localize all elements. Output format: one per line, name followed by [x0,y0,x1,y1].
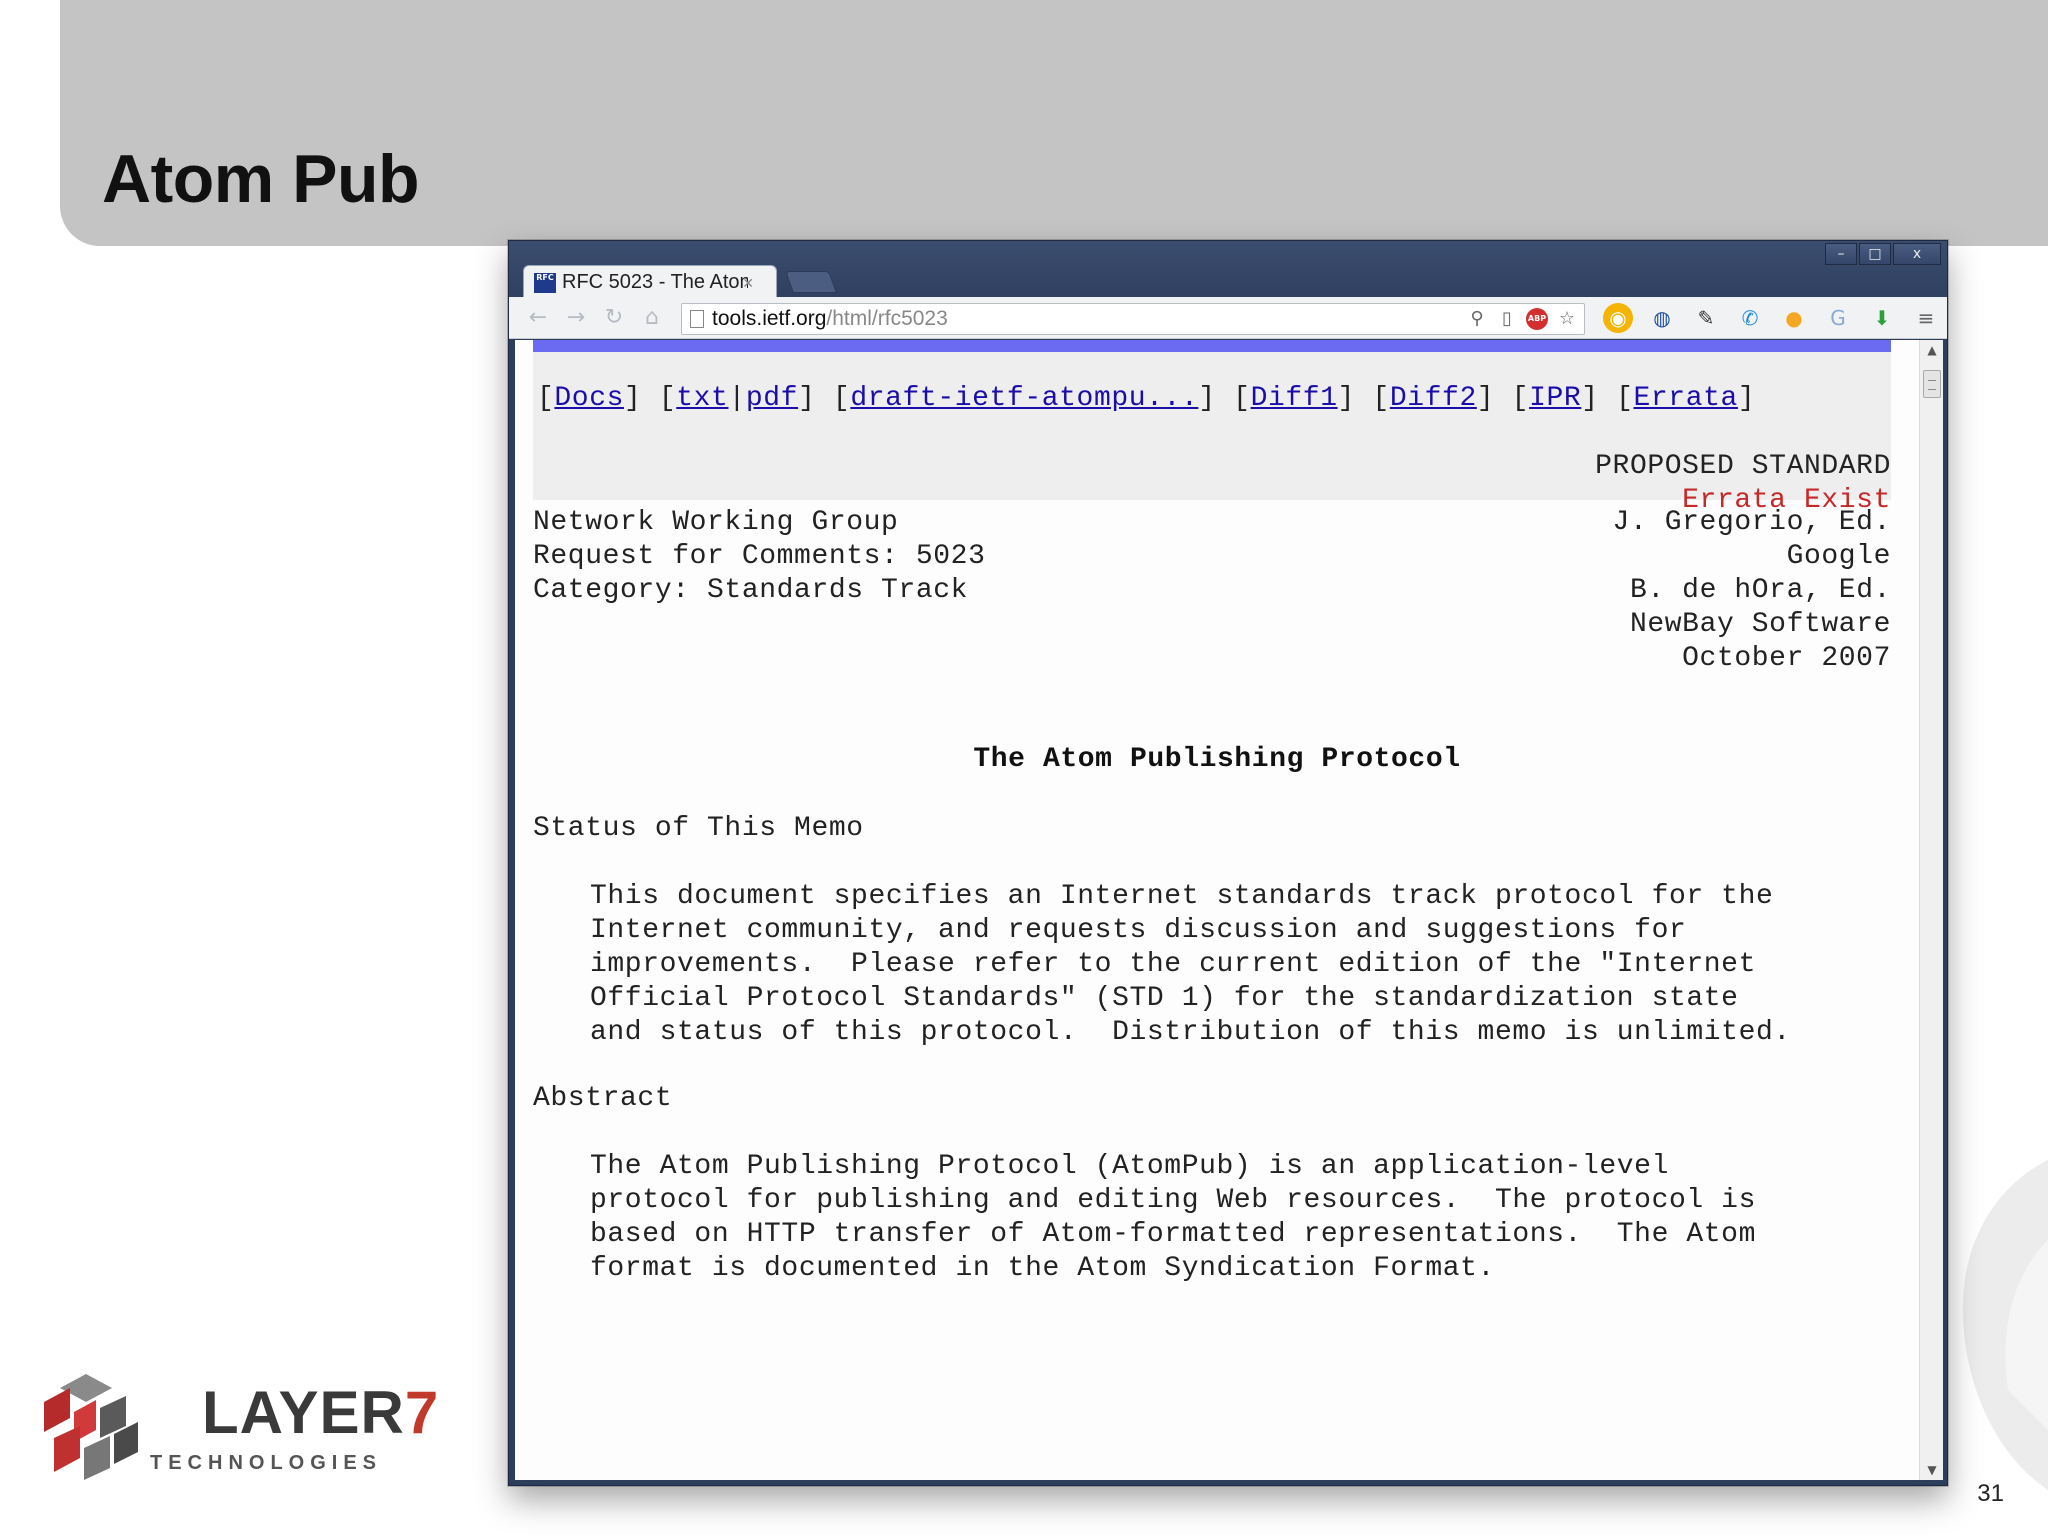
rfc-color-bar [533,340,1891,352]
status-line: and status of this protocol. Distributio… [590,1017,1791,1048]
page-viewport: [Docs] [txt|pdf] [draft-ietf-atompu...] … [515,340,1919,1480]
status-line: This document specifies an Internet stan… [590,881,1774,912]
page-action-icon[interactable]: ▯ [1496,308,1518,330]
browser-toolbar: ← → ↻ ⌂ tools.ietf.org/html/rfc5023 ⚲ ▯ … [509,297,1947,339]
forward-arrow-icon[interactable]: → [561,303,591,333]
logo-seven: 7 [404,1379,440,1446]
status-line: Internet community, and requests discuss… [590,915,1687,946]
browser-window: – □ x RFC RFC 5023 - The Atom ✕ ← → ↻ ⌂ … [508,240,1948,1486]
browser-titlebar: – □ x RFC RFC 5023 - The Atom ✕ [509,241,1947,299]
globe-extension-icon[interactable]: ◍ [1647,303,1677,333]
header-left-line: Category: Standards Track [533,575,969,606]
back-arrow-icon[interactable]: ← [523,303,553,333]
header-right-line: Google [1786,541,1891,572]
logo-wordmark: LAYER7 [202,1378,439,1447]
chrome-extension-icon[interactable]: ◉ [1603,303,1633,333]
g-extension-icon[interactable]: G [1823,303,1853,333]
scroll-down-arrow-icon[interactable]: ▼ [1920,1460,1944,1480]
new-tab-button[interactable] [784,271,838,293]
header-right-line: B. de hOra, Ed. [1629,575,1891,606]
home-icon[interactable]: ⌂ [637,303,667,333]
menu-icon[interactable]: ≡ [1911,303,1941,333]
errata-link[interactable]: Errata [1634,383,1738,414]
browser-tab[interactable]: RFC RFC 5023 - The Atom ✕ [523,265,777,299]
tab-title: RFC 5023 - The Atom [562,271,748,293]
layer7-logo: LAYER7 TECHNOLOGIES [40,1368,438,1488]
header-left-line: Request for Comments: 5023 [533,541,986,572]
reload-icon[interactable]: ↻ [599,303,629,333]
header-right-line: NewBay Software [1629,609,1891,640]
slide-page-number: 31 [1977,1480,2004,1507]
rfc-favicon-icon: RFC [534,272,556,293]
close-button[interactable]: x [1893,243,1941,265]
pdf-link[interactable]: pdf [746,383,798,414]
page-icon [690,310,704,328]
rfc-status: PROPOSED STANDARD [1595,451,1891,482]
status-paragraph: This document specifies an Internet stan… [590,880,1791,1050]
download-icon[interactable]: ⬇ [1867,303,1897,333]
cube-logo-icon [44,1374,138,1480]
status-line: improvements. Please refer to the curren… [590,949,1756,980]
url-path: /html/rfc5023 [826,307,948,330]
vertical-scrollbar[interactable]: ▲ ▼ [1919,340,1943,1480]
window-controls: – □ x [1825,243,1941,265]
txt-link[interactable]: txt [676,383,728,414]
docs-link[interactable]: Docs [554,383,624,414]
header-right-line: October 2007 [1682,643,1891,674]
eyedropper-icon[interactable]: ✎ [1691,303,1721,333]
abstract-line: The Atom Publishing Protocol (AtomPub) i… [590,1151,1669,1182]
slide-title: Atom Pub [102,141,420,217]
address-bar[interactable]: tools.ietf.org/html/rfc5023 ⚲ ▯ ABP ☆ [681,303,1585,335]
scroll-up-arrow-icon[interactable]: ▲ [1920,340,1944,360]
rfc-header-right: J. Gregorio, Ed. Google B. de hOra, Ed. New… [1613,506,1891,676]
maximize-button[interactable]: □ [1859,243,1891,265]
diff2-link[interactable]: Diff2 [1390,383,1477,414]
abstract-line: based on HTTP transfer of Atom-formatted… [590,1219,1756,1250]
abstract-paragraph: The Atom Publishing Protocol (AtomPub) i… [590,1150,1756,1286]
adblock-icon[interactable]: ABP [1526,308,1548,330]
abstract-heading: Abstract [533,1083,673,1114]
url-text[interactable]: tools.ietf.org/html/rfc5023 [712,307,948,331]
logo-word: LAYER [202,1379,405,1446]
logo-subtitle: TECHNOLOGIES [150,1452,383,1474]
status-line: Official Protocol Standards" (STD 1) for… [590,983,1739,1014]
rfc-document-title: The Atom Publishing Protocol [973,744,1461,775]
url-host: tools.ietf.org [712,307,827,330]
minimize-button[interactable]: – [1825,243,1857,265]
abstract-line: format is documented in the Atom Syndica… [590,1253,1495,1284]
scroll-thumb[interactable] [1923,370,1941,398]
diff1-link[interactable]: Diff1 [1251,383,1338,414]
header-right-line: J. Gregorio, Ed. [1612,507,1891,538]
header-left-line: Network Working Group [533,507,899,538]
tab-close-icon[interactable]: ✕ [742,275,754,292]
bookmark-star-icon[interactable]: ☆ [1556,308,1578,330]
zoom-icon[interactable]: ⚲ [1466,308,1488,330]
rfc-header-left: Network Working Group Request for Comment… [533,506,985,608]
chat-extension-icon[interactable]: ✆ [1735,303,1765,333]
rfc-links: [Docs] [txt|pdf] [draft-ietf-atompu...] … [537,383,1756,414]
draft-link[interactable]: draft-ietf-atompu... [850,383,1198,414]
ipr-link[interactable]: IPR [1529,383,1581,414]
abstract-line: protocol for publishing and editing Web … [590,1185,1756,1216]
rfc-meta-box: [Docs] [txt|pdf] [draft-ietf-atompu...] … [533,352,1891,516]
cookie-extension-icon[interactable]: ● [1779,303,1809,333]
status-heading: Status of This Memo [533,813,864,844]
